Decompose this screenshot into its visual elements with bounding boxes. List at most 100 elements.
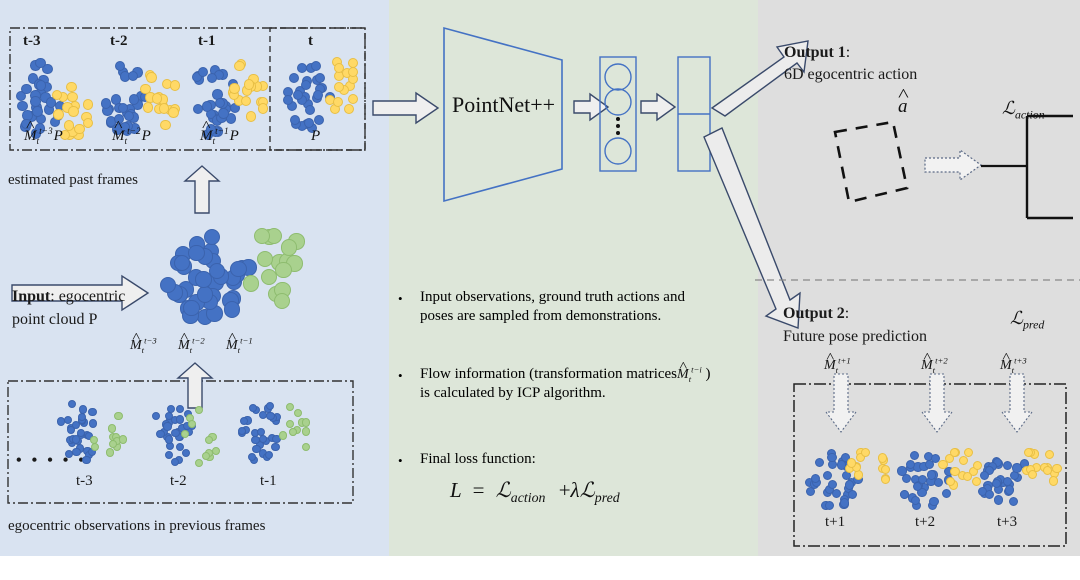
frame-label-t-2: t-2 xyxy=(110,33,128,49)
point xyxy=(100,98,112,109)
loss-pred-label: ℒpred xyxy=(1010,308,1045,332)
point xyxy=(839,498,850,508)
point xyxy=(963,448,974,458)
point xyxy=(344,104,355,115)
pointcloud-observation-t-2 xyxy=(148,395,220,467)
arrow-down-t+1 xyxy=(824,373,858,433)
math-mhat-t-2-P: Mtt−2P xyxy=(112,127,151,146)
point xyxy=(165,435,174,444)
obs-frame-label-t-2: t-2 xyxy=(170,473,187,489)
point xyxy=(205,436,214,445)
point xyxy=(292,89,303,100)
pointcloud-future-t+3 xyxy=(978,448,1063,510)
point xyxy=(142,102,154,113)
point xyxy=(214,97,225,109)
loss-term-1: ℒaction xyxy=(495,478,546,506)
point xyxy=(234,60,245,72)
point xyxy=(273,292,291,310)
point xyxy=(66,81,77,93)
point xyxy=(288,428,297,437)
input-label-line1: Input: egocentric xyxy=(12,288,125,306)
point xyxy=(176,442,185,451)
caption-egocentric-observations: egocentric observations in previous fram… xyxy=(8,518,266,534)
point xyxy=(71,435,80,444)
point xyxy=(897,466,907,476)
future-frame-label-t+1: t+1 xyxy=(825,514,846,530)
point xyxy=(90,443,100,452)
point xyxy=(35,57,46,69)
point xyxy=(163,422,172,431)
output1-subtitle: 6D egocentric action xyxy=(784,66,918,83)
point xyxy=(230,260,247,278)
pointcloud-input-P xyxy=(160,228,305,328)
loss-formula: L = ℒaction +λℒpred xyxy=(450,478,620,506)
point xyxy=(289,115,300,126)
point xyxy=(204,228,221,246)
point xyxy=(118,435,127,444)
point xyxy=(243,79,255,90)
point xyxy=(242,275,260,292)
point xyxy=(880,464,890,474)
point xyxy=(910,451,920,461)
point xyxy=(860,448,870,458)
input-label-bold: Input xyxy=(12,288,51,305)
bullet-2-inline-math: Mtt−i xyxy=(677,365,702,383)
frame-label-t-1: t-1 xyxy=(198,33,216,49)
bullet-dot-3: • xyxy=(398,453,403,468)
point xyxy=(114,412,123,421)
bullet-dot-1: • xyxy=(398,291,403,306)
figure-root: t-3 t-2 t-1 t Mtt−3P Mtt−2P Mtt−1P P est… xyxy=(0,0,1080,556)
math-mhat-t-2: Mtt−2 xyxy=(178,336,205,354)
frame-label-t-3: t-3 xyxy=(23,33,41,49)
point xyxy=(183,299,200,316)
point xyxy=(286,419,295,428)
point xyxy=(53,109,64,120)
point xyxy=(82,99,93,110)
point xyxy=(281,239,298,256)
frame-label-t: t xyxy=(308,33,313,49)
point xyxy=(196,286,214,303)
point xyxy=(899,489,910,499)
input-label-rest: : egocentric xyxy=(50,288,126,305)
arrow-up-to-estimated xyxy=(183,165,221,214)
point xyxy=(1044,450,1054,460)
point xyxy=(146,72,157,83)
point xyxy=(77,412,86,421)
point xyxy=(984,490,994,500)
point xyxy=(301,80,312,91)
point xyxy=(181,448,191,458)
point xyxy=(878,453,888,463)
point xyxy=(88,408,97,417)
point xyxy=(1008,496,1018,506)
point xyxy=(1012,463,1022,473)
point xyxy=(257,103,268,114)
point xyxy=(1028,470,1038,480)
point xyxy=(288,73,299,84)
point xyxy=(310,61,321,72)
bullet-1-line-2: poses are sampled from demonstrations. xyxy=(420,308,662,324)
point xyxy=(271,443,280,452)
point xyxy=(88,419,97,428)
point xyxy=(283,94,293,105)
point xyxy=(71,420,80,429)
output2-subtitle: Future pose prediction xyxy=(783,328,927,345)
point xyxy=(1005,485,1015,495)
point xyxy=(168,107,179,118)
point xyxy=(827,452,837,463)
math-mhat-t-1-P: Mtt−1P xyxy=(200,127,239,146)
caption-estimated-past-frames: estimated past frames xyxy=(8,172,138,188)
obs-frame-label-t-1: t-1 xyxy=(260,473,277,489)
output2-title-bold: Output 2 xyxy=(783,305,845,322)
arrow-down-t+3 xyxy=(1000,373,1034,433)
point xyxy=(180,430,189,439)
point xyxy=(294,408,303,417)
point xyxy=(206,72,218,83)
point xyxy=(905,459,915,469)
output2-title-rest: : xyxy=(844,305,850,322)
predicted-pose-quad xyxy=(833,120,909,204)
point xyxy=(301,418,310,427)
point xyxy=(252,445,261,454)
point xyxy=(929,497,939,507)
point xyxy=(211,446,220,456)
point xyxy=(151,93,163,104)
